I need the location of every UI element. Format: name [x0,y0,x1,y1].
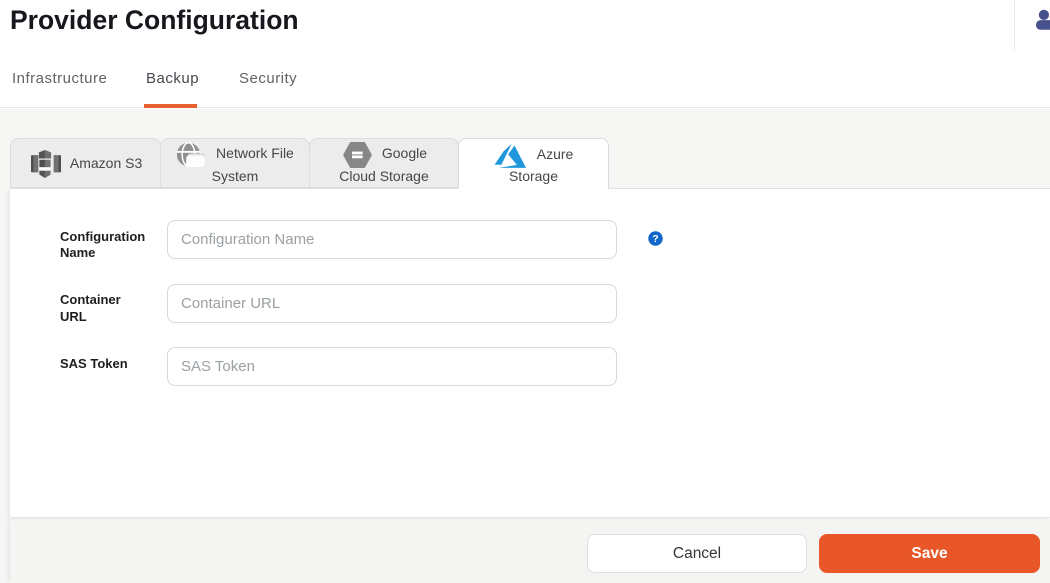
svg-text:?: ? [652,233,658,245]
